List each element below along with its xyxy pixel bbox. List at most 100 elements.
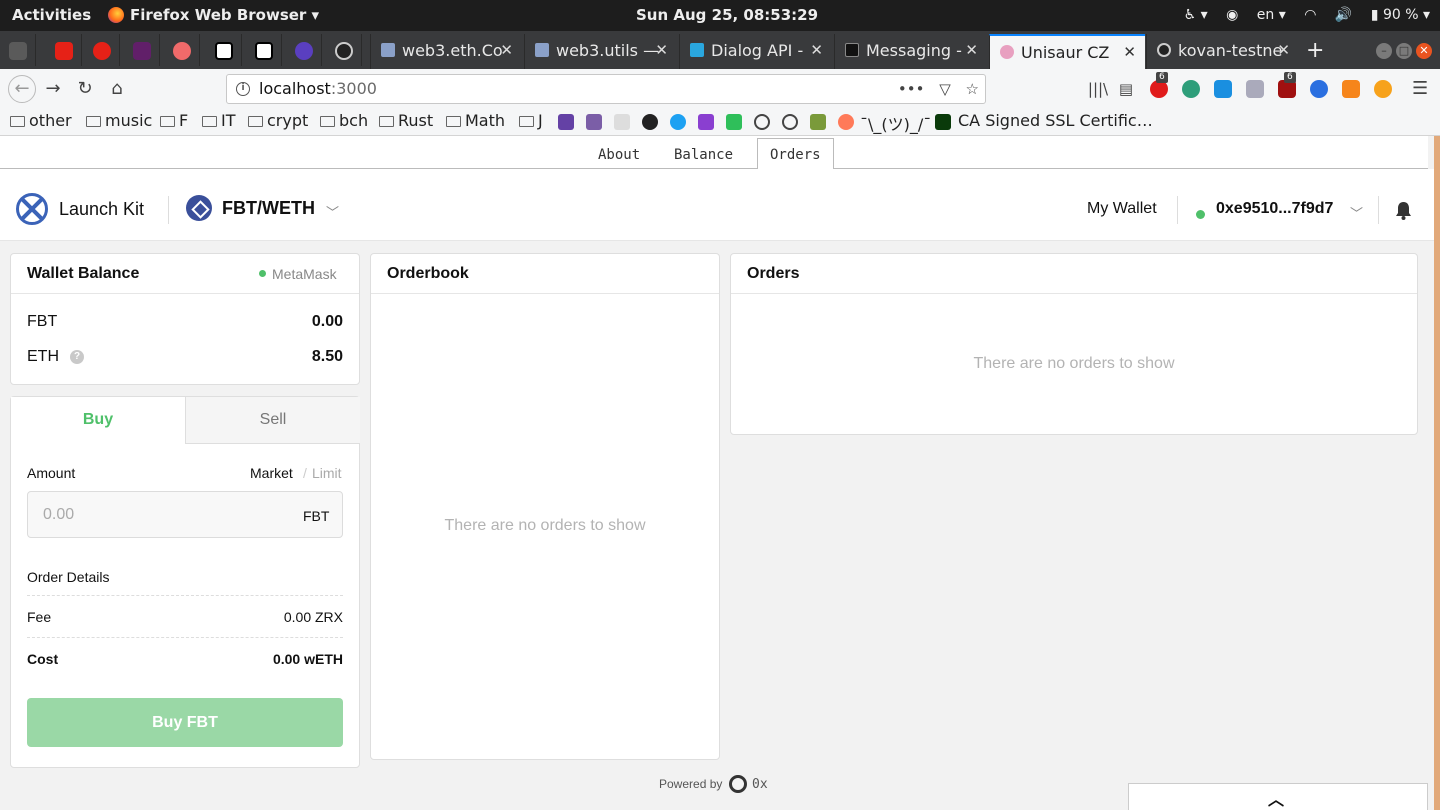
bookmark-folder[interactable]: bch <box>320 111 368 130</box>
app-menu[interactable]: Firefox Web Browser ▾ <box>108 0 319 31</box>
tab-about[interactable]: About <box>598 147 640 163</box>
order-type-market[interactable]: Market <box>250 465 293 481</box>
bookmark-folder[interactable]: Rust <box>379 111 433 130</box>
bookmark-folder[interactable]: F <box>160 111 188 130</box>
map-icon[interactable] <box>810 114 826 130</box>
twitter-icon[interactable] <box>670 114 686 130</box>
ublock-ext-icon[interactable]: 6 <box>1278 72 1296 98</box>
minimize-icon[interactable]: – <box>1376 43 1392 59</box>
pinned-tab-crosshair-icon[interactable] <box>206 34 242 66</box>
image-ext-icon[interactable] <box>1246 80 1264 98</box>
globe-ext-icon[interactable] <box>1310 80 1328 98</box>
tab-dialog-api[interactable]: Dialog API - ✕ <box>679 34 832 69</box>
pinned-tab-crosshair-icon[interactable] <box>246 34 282 66</box>
close-tab-icon[interactable]: ✕ <box>655 34 668 67</box>
amount-input[interactable] <box>27 491 343 538</box>
zero-x-brand[interactable]: 0x <box>752 777 768 792</box>
imgur-icon[interactable] <box>614 114 630 130</box>
tab-orders[interactable]: Orders <box>757 138 834 170</box>
pinned-tab-firefox-icon[interactable] <box>0 34 36 66</box>
buy-submit-button[interactable]: Buy FBT <box>27 698 343 747</box>
notifications-bell-icon[interactable] <box>1395 201 1412 220</box>
terminal-icon[interactable] <box>935 114 951 130</box>
tab-unisaur-cz[interactable]: Unisaur CZ ✕ <box>989 34 1145 69</box>
twitch-icon[interactable] <box>558 114 574 130</box>
tab-balance[interactable]: Balance <box>674 147 733 163</box>
close-window-icon[interactable]: ✕ <box>1416 43 1432 59</box>
accessibility-icon[interactable]: ♿ ▾ <box>1184 7 1208 23</box>
chevron-up-icon[interactable]: ︿ <box>1268 786 1284 810</box>
pocket-icon[interactable]: ▽ <box>939 80 951 98</box>
pinned-tab-github-icon[interactable] <box>326 34 362 66</box>
pinned-tab-youtube-music-icon[interactable] <box>84 34 120 66</box>
chrome-ext-icon[interactable] <box>1182 80 1200 98</box>
close-tab-icon[interactable]: ✕ <box>965 34 978 67</box>
hubspot-icon[interactable] <box>838 114 854 130</box>
metamask-icon[interactable] <box>1342 80 1360 98</box>
market-pair-dropdown[interactable]: FBT/WETH <box>222 198 315 219</box>
bookmark-shrug[interactable]: ¯\_(ツ)_/¯ <box>860 111 931 135</box>
new-tab-button[interactable]: + <box>1306 40 1324 62</box>
tab-buy[interactable]: Buy <box>11 397 185 444</box>
coin-ext-icon[interactable] <box>1374 80 1392 98</box>
bookmark-ssl[interactable]: CA Signed SSL Certific… <box>958 111 1153 130</box>
pinned-tab-bulb-icon[interactable] <box>286 34 322 66</box>
close-tab-icon[interactable]: ✕ <box>810 34 823 67</box>
forward-arrow-icon[interactable]: → <box>41 77 65 101</box>
globe-icon[interactable] <box>754 114 770 130</box>
wifi-icon[interactable]: ◠ <box>1304 7 1316 23</box>
home-icon[interactable]: ⌂ <box>105 77 129 101</box>
pinned-tab-youtube-icon[interactable] <box>46 34 82 66</box>
maximize-icon[interactable]: □ <box>1396 43 1412 59</box>
chevron-down-icon[interactable]: ﹀ <box>1350 203 1363 222</box>
site-info-icon[interactable]: i <box>236 82 250 96</box>
github-icon[interactable] <box>642 114 658 130</box>
tab-kovan-testnet[interactable]: kovan-testne ✕ <box>1146 34 1299 69</box>
chevron-down-icon[interactable]: ﹀ <box>326 202 339 221</box>
help-icon[interactable]: ? <box>70 350 84 364</box>
url-bar[interactable]: i localhost:3000 ••• ▽ ☆ <box>226 74 986 104</box>
tab-web3-eth[interactable]: web3.eth.Co ✕ <box>370 34 522 69</box>
language-indicator[interactable]: en ▾ <box>1257 7 1286 23</box>
tab-web3-utils[interactable]: web3.utils — ✕ <box>524 34 677 69</box>
clock[interactable]: Sun Aug 25, 08:53:29 <box>636 0 818 31</box>
page-scrollbar[interactable] <box>1434 136 1440 810</box>
globe-icon[interactable] <box>782 114 798 130</box>
zero-x-logo-icon[interactable] <box>729 775 747 793</box>
brand-name[interactable]: Launch Kit <box>59 199 144 220</box>
bookmark-folder[interactable]: music <box>86 111 152 130</box>
close-tab-icon[interactable]: ✕ <box>1277 34 1290 67</box>
bookmark-folder[interactable]: crypt <box>248 111 308 130</box>
close-tab-icon[interactable]: ✕ <box>500 34 513 67</box>
arrow-cross-icon[interactable] <box>726 114 742 130</box>
order-type-limit[interactable]: Limit <box>312 465 342 481</box>
bookmark-folder[interactable]: Math <box>446 111 505 130</box>
pinned-tab-slack-icon[interactable] <box>124 34 160 66</box>
back-arrow-icon[interactable]: ← <box>8 75 36 103</box>
token-pair-icon[interactable] <box>186 195 212 221</box>
hackaday-icon[interactable] <box>586 114 602 130</box>
page-actions-icon[interactable]: ••• <box>898 80 925 98</box>
battery-indicator[interactable]: ▮ 90 % ▾ <box>1371 7 1430 23</box>
tab-sell[interactable]: Sell <box>185 397 360 444</box>
activities-button[interactable]: Activities <box>12 0 91 31</box>
library-icon[interactable]: |||\ <box>1086 77 1110 101</box>
wallet-address-dropdown[interactable]: 0xe9510...7f9d7 <box>1216 200 1333 218</box>
s-ext-icon[interactable] <box>1214 80 1232 98</box>
menu-icon[interactable]: ☰ <box>1412 78 1428 99</box>
opera-ext-icon[interactable]: 6 <box>1150 72 1168 98</box>
tab-messaging[interactable]: Messaging - ✕ <box>834 34 987 69</box>
pinned-tab-asana-icon[interactable] <box>164 34 200 66</box>
bookmark-star-icon[interactable]: ☆ <box>966 80 979 98</box>
url-text[interactable]: localhost:3000 <box>259 75 377 103</box>
bookmark-folder[interactable]: J <box>519 111 543 130</box>
number-two-icon[interactable] <box>698 114 714 130</box>
my-wallet-link[interactable]: My Wallet <box>1087 200 1157 218</box>
reload-icon[interactable]: ↻ <box>73 77 97 101</box>
chat-widget[interactable]: ︿ <box>1128 783 1428 810</box>
launch-kit-logo-icon[interactable] <box>16 193 48 225</box>
volume-icon[interactable]: 🔊 <box>1335 7 1352 23</box>
sidebar-icon[interactable]: ▤ <box>1114 77 1138 101</box>
close-tab-icon[interactable]: ✕ <box>1123 36 1136 69</box>
obs-icon[interactable]: ◉ <box>1226 7 1238 23</box>
